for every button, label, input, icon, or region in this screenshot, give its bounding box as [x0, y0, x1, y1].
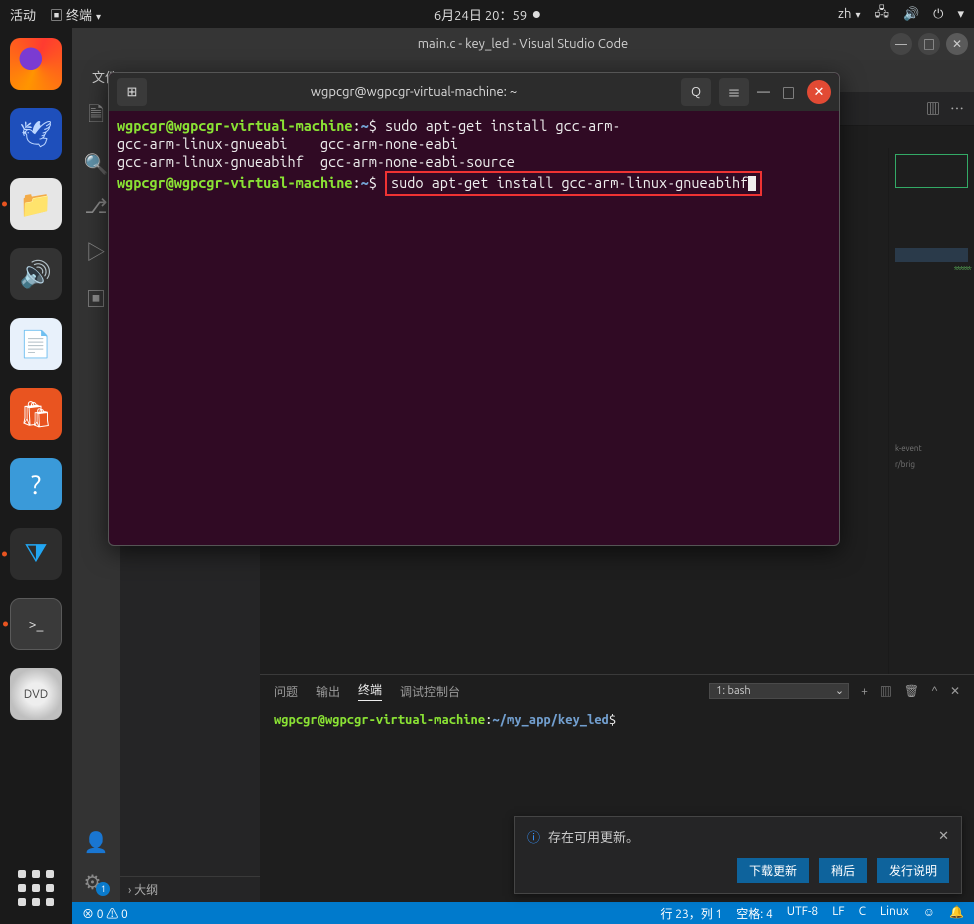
terminal-maximize-button[interactable]: □: [782, 83, 795, 102]
more-actions-icon[interactable]: ⋯: [950, 99, 964, 119]
account-icon[interactable]: 👤: [84, 830, 109, 854]
split-terminal-icon[interactable]: ▥: [880, 683, 892, 700]
status-encoding[interactable]: UTF-8: [787, 905, 818, 922]
firefox-icon[interactable]: [10, 38, 62, 90]
settings-badge: 1: [96, 882, 110, 896]
show-apps-button[interactable]: [14, 866, 58, 910]
status-indent[interactable]: 空格: 4: [736, 905, 772, 922]
rhythmbox-icon[interactable]: 🔊: [10, 248, 62, 300]
close-button[interactable]: ✕: [946, 33, 968, 55]
writer-icon[interactable]: 📄: [10, 318, 62, 370]
vscode-titlebar: main.c - key_led - Visual Studio Code — …: [72, 28, 974, 60]
update-notification: ⓘ 存在可用更新。 ✕ 下载更新 稍后 发行说明: [514, 816, 962, 894]
notification-close-icon[interactable]: ✕: [938, 829, 949, 844]
power-icon[interactable]: ⏻: [933, 7, 943, 22]
help-icon[interactable]: ?: [10, 458, 62, 510]
network-icon[interactable]: 🖧: [874, 3, 889, 25]
notif-dot-icon: [533, 11, 540, 18]
run-icon[interactable]: ▷: [86, 236, 106, 265]
download-update-button[interactable]: 下载更新: [737, 858, 809, 883]
thunderbird-icon[interactable]: 🕊: [10, 108, 62, 160]
explorer-icon[interactable]: 🗎: [88, 100, 104, 134]
panel-tab-problems[interactable]: 问题: [274, 683, 298, 700]
panel-tab-debug[interactable]: 调试控制台: [400, 683, 460, 700]
outline-section[interactable]: › 大纲: [120, 876, 260, 902]
split-editor-icon[interactable]: ▥: [926, 99, 940, 119]
system-menu-chevron-icon[interactable]: ▾: [957, 7, 964, 22]
ubuntu-dock: 🕊 📁 🔊 📄 🛍 ? ⧩ >_ DVD: [0, 28, 72, 924]
terminal-icon[interactable]: >_: [10, 598, 62, 650]
release-notes-button[interactable]: 发行说明: [877, 858, 949, 883]
maximize-button[interactable]: □: [918, 33, 940, 55]
new-terminal-icon[interactable]: +: [861, 685, 868, 698]
terminal-close-button[interactable]: ✕: [807, 80, 831, 104]
files-icon[interactable]: 📁: [10, 178, 62, 230]
minimap[interactable]: ****** k-event r/brig: [888, 148, 974, 674]
terminal-title: wgpcgr@wgpcgr-virtual-machine: ~: [155, 85, 673, 99]
status-bell-icon[interactable]: 🔔: [949, 905, 964, 922]
dvd-icon[interactable]: DVD: [10, 668, 62, 720]
kill-terminal-icon[interactable]: 🗑: [904, 684, 919, 698]
window-title: main.c - key_led - Visual Studio Code: [418, 37, 628, 51]
gnome-terminal-window: ⊞ wgpcgr@wgpcgr-virtual-machine: ~ Q ≡ —…: [108, 72, 840, 546]
status-eol[interactable]: LF: [832, 905, 844, 922]
extensions-icon[interactable]: ▣: [86, 283, 106, 312]
terminal-minimize-button[interactable]: —: [757, 85, 770, 99]
terminal-cursor: [748, 176, 756, 191]
status-cursor-pos[interactable]: 行 23，列 1: [660, 905, 722, 922]
volume-icon[interactable]: 🔊: [903, 7, 919, 22]
terminal-search-button[interactable]: Q: [681, 78, 711, 106]
app-menu[interactable]: ▣ 终端: [50, 5, 101, 24]
scm-icon[interactable]: ⎇: [84, 194, 107, 218]
info-icon: ⓘ: [527, 827, 540, 846]
maximize-panel-icon[interactable]: ^: [931, 685, 938, 698]
notification-message: 存在可用更新。: [548, 827, 639, 846]
panel-tab-terminal[interactable]: 终端: [358, 681, 382, 701]
vscode-icon[interactable]: ⧩: [10, 528, 62, 580]
gnome-topbar: 活动 ▣ 终端 6月24日 20：59 zh 🖧 🔊 ⏻ ▾: [0, 0, 974, 28]
close-panel-icon[interactable]: ✕: [950, 684, 960, 698]
terminal-headerbar: ⊞ wgpcgr@wgpcgr-virtual-machine: ~ Q ≡ —…: [109, 73, 839, 111]
status-language[interactable]: C: [859, 905, 866, 922]
input-method[interactable]: zh: [838, 7, 860, 21]
terminal-content[interactable]: wgpcgr@wgpcgr-virtual-machine:~$ sudo ap…: [109, 111, 839, 545]
minimize-button[interactable]: —: [890, 33, 912, 55]
status-bar: ⊗ 0 ⚠ 0 行 23，列 1 空格: 4 UTF-8 LF C Linux …: [72, 902, 974, 924]
activities-button[interactable]: 活动: [10, 5, 36, 24]
settings-icon[interactable]: ⚙1: [84, 870, 109, 894]
clock[interactable]: 6月24日 20：59: [434, 5, 540, 24]
status-problems[interactable]: ⊗ 0 ⚠ 0: [82, 905, 128, 922]
terminal-selector[interactable]: 1: bash: [709, 683, 849, 699]
software-icon[interactable]: 🛍: [10, 388, 62, 440]
panel-tab-output[interactable]: 输出: [316, 683, 340, 700]
new-tab-button[interactable]: ⊞: [117, 78, 147, 106]
status-os[interactable]: Linux: [880, 905, 909, 922]
status-feedback-icon[interactable]: ☺: [923, 905, 935, 922]
highlighted-command: sudo apt-get install gcc-arm-linux-gnuea…: [385, 171, 762, 195]
search-icon[interactable]: 🔍: [84, 152, 109, 176]
later-button[interactable]: 稍后: [819, 858, 867, 883]
terminal-menu-button[interactable]: ≡: [719, 78, 749, 106]
